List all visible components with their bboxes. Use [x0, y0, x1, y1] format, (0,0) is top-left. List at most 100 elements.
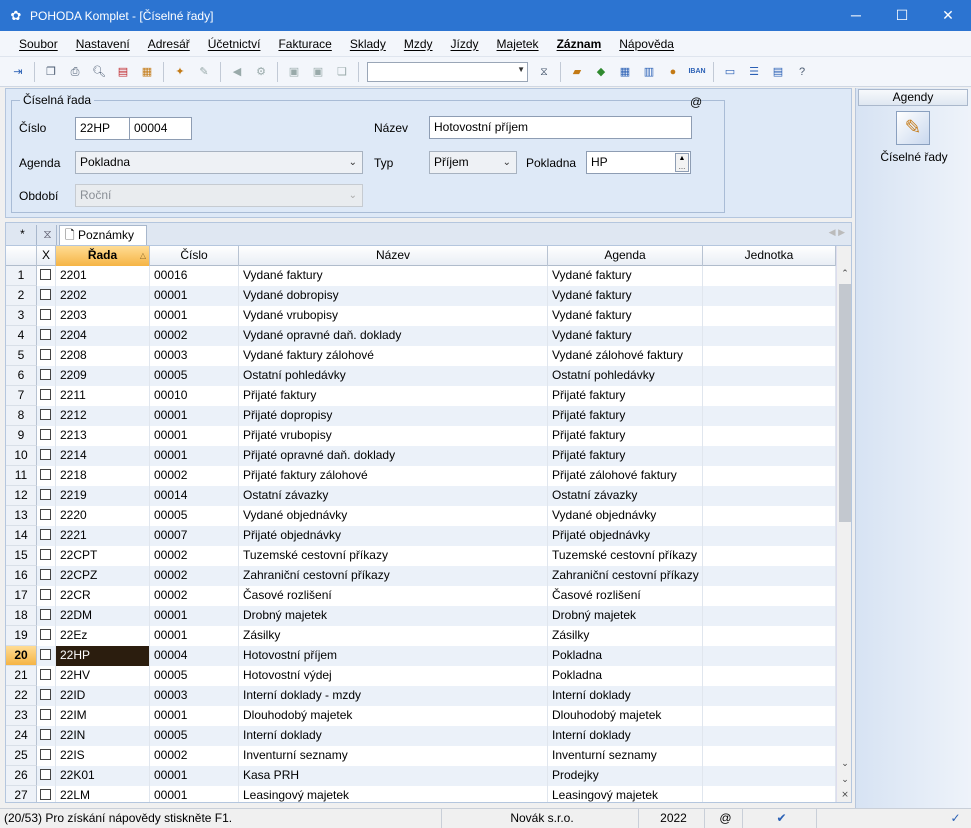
row-number[interactable]: 13	[6, 506, 37, 526]
cell-jednotka[interactable]	[703, 646, 836, 666]
cell-rada[interactable]: 2209	[56, 366, 150, 386]
cell-jednotka[interactable]	[703, 606, 836, 626]
row-checkbox[interactable]	[37, 686, 56, 706]
cell-cislo[interactable]: 00002	[150, 586, 239, 606]
table-row[interactable]: 27 22LM 00001 Leasingový majetek Leasingový …	[6, 786, 836, 802]
cell-rada[interactable]: 2220	[56, 506, 150, 526]
cell-agenda[interactable]: Vydané zálohové faktury	[548, 346, 703, 366]
row-number[interactable]: 24	[6, 726, 37, 746]
cell-cislo[interactable]: 00001	[150, 786, 239, 802]
table-row[interactable]: 16 22CPZ 00002 Zahraniční cestovní příkazy Z…	[6, 566, 836, 586]
row-checkbox[interactable]	[37, 766, 56, 786]
new-record-icon[interactable]: ✦	[170, 63, 190, 81]
iban-icon[interactable]: IBAN	[687, 63, 707, 81]
cell-rada[interactable]: 2201	[56, 266, 150, 286]
table-row[interactable]: 19 22Ez 00001 Zásilky Zásilky	[6, 626, 836, 646]
cell-nazev[interactable]: Vydané vrubopisy	[239, 306, 548, 326]
row-number[interactable]: 12	[6, 486, 37, 506]
table-row[interactable]: 2 2202 00001 Vydané dobropisy Vydané faktury	[6, 286, 836, 306]
table-row[interactable]: 14 2221 00007 Přijaté objednávky Přijaté obj…	[6, 526, 836, 546]
exit-icon[interactable]: ⇥	[8, 63, 28, 81]
cell-nazev[interactable]: Vydané objednávky	[239, 506, 548, 526]
settings-icon[interactable]: ⚙	[251, 63, 271, 81]
cell-nazev[interactable]: Interní doklady	[239, 726, 548, 746]
lookup-spinner-icon[interactable]: ▲…	[675, 153, 689, 172]
cell-agenda[interactable]: Časové rozlišení	[548, 586, 703, 606]
table-row[interactable]: 22 22ID 00003 Interní doklady - mzdy Interní…	[6, 686, 836, 706]
cell-jednotka[interactable]	[703, 586, 836, 606]
table-row[interactable]: 13 2220 00005 Vydané objednávky Vydané objed…	[6, 506, 836, 526]
list-icon[interactable]: ☰	[744, 63, 764, 81]
row-number[interactable]: 18	[6, 606, 37, 626]
cell-cislo[interactable]: 00002	[150, 326, 239, 346]
table-row[interactable]: 10 2214 00001 Přijaté opravné daň. doklady P…	[6, 446, 836, 466]
row-number[interactable]: 21	[6, 666, 37, 686]
row-number[interactable]: 4	[6, 326, 37, 346]
cell-rada[interactable]: 2211	[56, 386, 150, 406]
row-checkbox[interactable]	[37, 586, 56, 606]
cell-jednotka[interactable]	[703, 346, 836, 366]
scroll-top-icon[interactable]: ⌃	[837, 266, 851, 280]
row-number[interactable]: 17	[6, 586, 37, 606]
tab-all[interactable]: *	[9, 225, 37, 246]
header-agenda[interactable]: Agenda	[548, 246, 703, 266]
header-rada[interactable]: Řada △	[56, 246, 150, 266]
cell-agenda[interactable]: Dlouhodobý majetek	[548, 706, 703, 726]
table-row[interactable]: 4 2204 00002 Vydané opravné daň. doklady Vyd…	[6, 326, 836, 346]
menu-sklady[interactable]: Sklady	[341, 37, 395, 51]
folder-icon[interactable]: ▰	[567, 63, 587, 81]
menu-majetek[interactable]: Majetek	[488, 37, 548, 51]
cell-nazev[interactable]: Přijaté faktury	[239, 386, 548, 406]
row-checkbox[interactable]	[37, 726, 56, 746]
cell-agenda[interactable]: Drobný majetek	[548, 606, 703, 626]
cell-agenda[interactable]: Interní doklady	[548, 726, 703, 746]
cell-cislo[interactable]: 00001	[150, 446, 239, 466]
cell-cislo[interactable]: 00002	[150, 746, 239, 766]
copy-icon[interactable]: ❐	[41, 63, 61, 81]
cell-jednotka[interactable]	[703, 446, 836, 466]
row-number[interactable]: 1	[6, 266, 37, 286]
cell-agenda[interactable]: Ostatní pohledávky	[548, 366, 703, 386]
cell-agenda[interactable]: Vydané faktury	[548, 266, 703, 286]
pdf-icon[interactable]: ▤	[113, 63, 133, 81]
cell-jednotka[interactable]	[703, 266, 836, 286]
cell-jednotka[interactable]	[703, 406, 836, 426]
cell-cislo[interactable]: 00005	[150, 506, 239, 526]
cell-rada[interactable]: 2213	[56, 426, 150, 446]
coins-icon[interactable]: ●	[663, 63, 683, 81]
numbering-series-icon[interactable]: ✎	[896, 111, 930, 145]
save-icon[interactable]: ▣	[284, 63, 304, 81]
cislo-prefix-field[interactable]: 22HP	[75, 117, 130, 140]
cell-agenda[interactable]: Přijaté zálohové faktury	[548, 466, 703, 486]
cell-cislo[interactable]: 00016	[150, 266, 239, 286]
cell-rada[interactable]: 22CPT	[56, 546, 150, 566]
row-checkbox[interactable]	[37, 286, 56, 306]
cell-agenda[interactable]: Vydané faktury	[548, 286, 703, 306]
cell-nazev[interactable]: Časové rozlišení	[239, 586, 548, 606]
cell-agenda[interactable]: Pokladna	[548, 666, 703, 686]
row-number[interactable]: 11	[6, 466, 37, 486]
cell-nazev[interactable]: Dlouhodobý majetek	[239, 706, 548, 726]
cell-rada[interactable]: 22HV	[56, 666, 150, 686]
cell-nazev[interactable]: Hotovostní výdej	[239, 666, 548, 686]
report-icon[interactable]: ▤	[768, 63, 788, 81]
cell-nazev[interactable]: Ostatní pohledávky	[239, 366, 548, 386]
cell-cislo[interactable]: 00001	[150, 706, 239, 726]
table-row[interactable]: 25 22IS 00002 Inventurní seznamy Inventurní …	[6, 746, 836, 766]
row-number[interactable]: 10	[6, 446, 37, 466]
cell-agenda[interactable]: Pokladna	[548, 646, 703, 666]
agendy-item-label[interactable]: Číselné řady	[856, 150, 971, 164]
row-checkbox[interactable]	[37, 366, 56, 386]
row-number[interactable]: 3	[6, 306, 37, 326]
cell-cislo[interactable]: 00001	[150, 306, 239, 326]
row-checkbox[interactable]	[37, 746, 56, 766]
cell-rada[interactable]: 22ID	[56, 686, 150, 706]
cell-cislo[interactable]: 00001	[150, 606, 239, 626]
cell-nazev[interactable]: Zahraniční cestovní příkazy	[239, 566, 548, 586]
menu-adresar[interactable]: Adresář	[139, 37, 199, 51]
cell-nazev[interactable]: Hotovostní příjem	[239, 646, 548, 666]
cell-cislo[interactable]: 00002	[150, 466, 239, 486]
typ-select[interactable]: Příjem ⌄	[429, 151, 517, 174]
cell-nazev[interactable]: Leasingový majetek	[239, 786, 548, 802]
row-checkbox[interactable]	[37, 626, 56, 646]
